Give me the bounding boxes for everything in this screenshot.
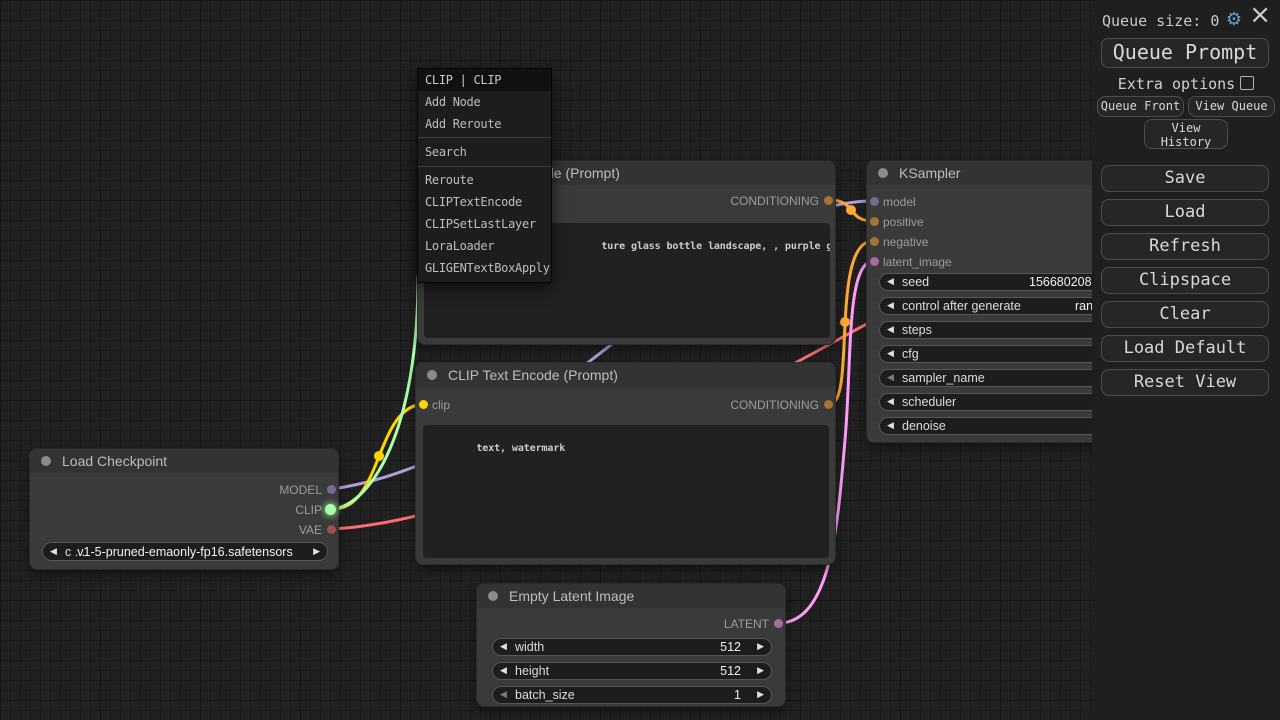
refresh-button[interactable]: Refresh	[1101, 233, 1269, 260]
menu-item-add-node[interactable]: Add Node	[418, 91, 551, 113]
menu-separator	[418, 137, 551, 138]
context-menu-title: CLIP | CLIP	[418, 69, 551, 91]
latent-input-dot[interactable]	[870, 257, 879, 266]
node-clip-text-encode-negative[interactable]: CLIP Text Encode (Prompt) clip CONDITION…	[415, 362, 836, 565]
widget-value: 1566802087	[1029, 275, 1099, 289]
conditioning-output-dot[interactable]	[824, 196, 833, 205]
batch-size-widget[interactable]: ◀ batch_size 1 ▶	[492, 686, 772, 704]
negative-input-dot[interactable]	[870, 237, 879, 246]
wire-connecting-drag	[333, 277, 418, 509]
output-slot-vae: VAE	[30, 520, 338, 540]
queue-prompt-button[interactable]: Queue Prompt	[1101, 38, 1269, 68]
decrement-icon[interactable]: ◀	[500, 642, 507, 652]
decrement-icon[interactable]: ◀	[887, 301, 894, 311]
model-input-dot[interactable]	[870, 197, 879, 206]
menu-item-clipsetlastlayer[interactable]: CLIPSetLastLayer	[418, 213, 551, 235]
node-title: Load Checkpoint	[62, 453, 167, 469]
decrement-icon[interactable]: ◀	[887, 373, 894, 383]
decrement-icon[interactable]: ◀	[887, 397, 894, 407]
clear-button[interactable]: Clear	[1101, 301, 1269, 328]
view-history-button[interactable]: View History	[1144, 119, 1228, 149]
view-queue-button[interactable]: View Queue	[1188, 96, 1275, 117]
vae-output-dot[interactable]	[327, 525, 336, 534]
widget-value: 512	[720, 640, 741, 654]
wire-clip	[333, 404, 425, 509]
latent-output-dot[interactable]	[774, 619, 783, 628]
reset-view-button[interactable]: Reset View	[1101, 369, 1269, 396]
decrement-icon[interactable]: ◀	[887, 325, 894, 335]
comfyui-app: Load Checkpoint MODEL CLIP VAE ◀ c ... v…	[0, 0, 1280, 720]
menu-item-loraloader[interactable]: LoraLoader	[418, 235, 551, 257]
width-widget[interactable]: ◀ width 512 ▶	[492, 638, 772, 656]
extra-options-row: Extra options	[1092, 75, 1280, 93]
menu-item-add-reroute[interactable]: Add Reroute	[418, 113, 551, 135]
clip-input-dot[interactable]	[419, 400, 428, 409]
widget-value: 1	[734, 688, 741, 702]
output-slot-clip: CLIP	[30, 500, 338, 520]
menu-separator	[418, 166, 551, 167]
menu-item-reroute[interactable]: Reroute	[418, 169, 551, 191]
link-dot-clip[interactable]	[374, 451, 384, 461]
collapse-dot-icon[interactable]	[41, 456, 51, 466]
queue-size-label: Queue size: 0	[1102, 12, 1219, 30]
extra-options-label: Extra options	[1118, 75, 1235, 93]
increment-icon[interactable]: ▶	[757, 642, 764, 652]
link-dot-conditioning-negative[interactable]	[840, 317, 850, 327]
clipspace-button[interactable]: Clipspace	[1101, 267, 1269, 294]
collapse-dot-icon[interactable]	[488, 591, 498, 601]
menu-item-cliptextencode[interactable]: CLIPTextEncode	[418, 191, 551, 213]
link-release-context-menu: CLIP | CLIP Add Node Add Reroute Search …	[417, 68, 552, 283]
model-output-dot[interactable]	[327, 485, 336, 494]
positive-input-dot[interactable]	[870, 217, 879, 226]
prompt-text: text, watermark	[476, 443, 565, 454]
settings-gear-icon[interactable]: ⚙	[1226, 10, 1242, 30]
menu-item-gligentextboxapply[interactable]: GLIGENTextBoxApply	[418, 257, 551, 279]
extra-options-checkbox[interactable]	[1240, 76, 1254, 90]
node-title-bar[interactable]: CLIP Text Encode (Prompt)	[416, 363, 835, 387]
prompt-textarea[interactable]: text, watermark	[423, 425, 829, 558]
height-widget[interactable]: ◀ height 512 ▶	[492, 662, 772, 680]
node-load-checkpoint[interactable]: Load Checkpoint MODEL CLIP VAE ◀ c ... v…	[29, 448, 339, 570]
io-slot-row: clip CONDITIONING	[416, 395, 835, 415]
node-title: KSampler	[899, 165, 960, 181]
conditioning-output-dot[interactable]	[824, 400, 833, 409]
widget-value: 512	[720, 664, 741, 678]
comfy-menu-panel: Queue size: 0 ⚙ × Queue Prompt Extra opt…	[1092, 0, 1280, 720]
decrement-icon[interactable]: ◀	[887, 349, 894, 359]
node-title-bar[interactable]: Empty Latent Image	[477, 584, 785, 608]
increment-icon[interactable]: ▶	[757, 666, 764, 676]
increment-icon[interactable]: ▶	[313, 547, 320, 557]
widget-value: v1-5-pruned-emaonly-fp16.safetensors	[43, 545, 327, 559]
collapse-dot-icon[interactable]	[427, 370, 437, 380]
clip-output-dot[interactable]	[325, 504, 336, 515]
decrement-icon[interactable]: ◀	[500, 690, 507, 700]
queue-front-button[interactable]: Queue Front	[1097, 96, 1184, 117]
output-slot-model: MODEL	[30, 480, 338, 500]
node-title-bar[interactable]: Load Checkpoint	[30, 449, 338, 473]
close-icon[interactable]: ×	[1249, 2, 1271, 28]
node-graph-canvas[interactable]: Load Checkpoint MODEL CLIP VAE ◀ c ... v…	[0, 0, 1092, 720]
node-title: Empty Latent Image	[509, 588, 634, 604]
load-default-button[interactable]: Load Default	[1101, 335, 1269, 362]
save-button[interactable]: Save	[1101, 165, 1269, 192]
increment-icon[interactable]: ▶	[757, 690, 764, 700]
prompt-text: ture glass bottle landscape, , purple ga…	[601, 241, 830, 252]
collapse-dot-icon[interactable]	[878, 168, 888, 178]
decrement-icon[interactable]: ◀	[887, 277, 894, 287]
output-slot-latent: LATENT	[477, 614, 785, 634]
node-empty-latent-image[interactable]: Empty Latent Image LATENT ◀ width 512 ▶ …	[476, 583, 786, 707]
decrement-icon[interactable]: ◀	[500, 666, 507, 676]
load-button[interactable]: Load	[1101, 199, 1269, 226]
menu-item-search[interactable]: Search	[418, 140, 551, 164]
decrement-icon[interactable]: ◀	[887, 421, 894, 431]
ckpt-name-widget[interactable]: ◀ c ... v1-5-pruned-emaonly-fp16.safeten…	[42, 542, 328, 561]
link-dot-conditioning-positive[interactable]	[846, 205, 856, 215]
node-title: CLIP Text Encode (Prompt)	[448, 367, 618, 383]
